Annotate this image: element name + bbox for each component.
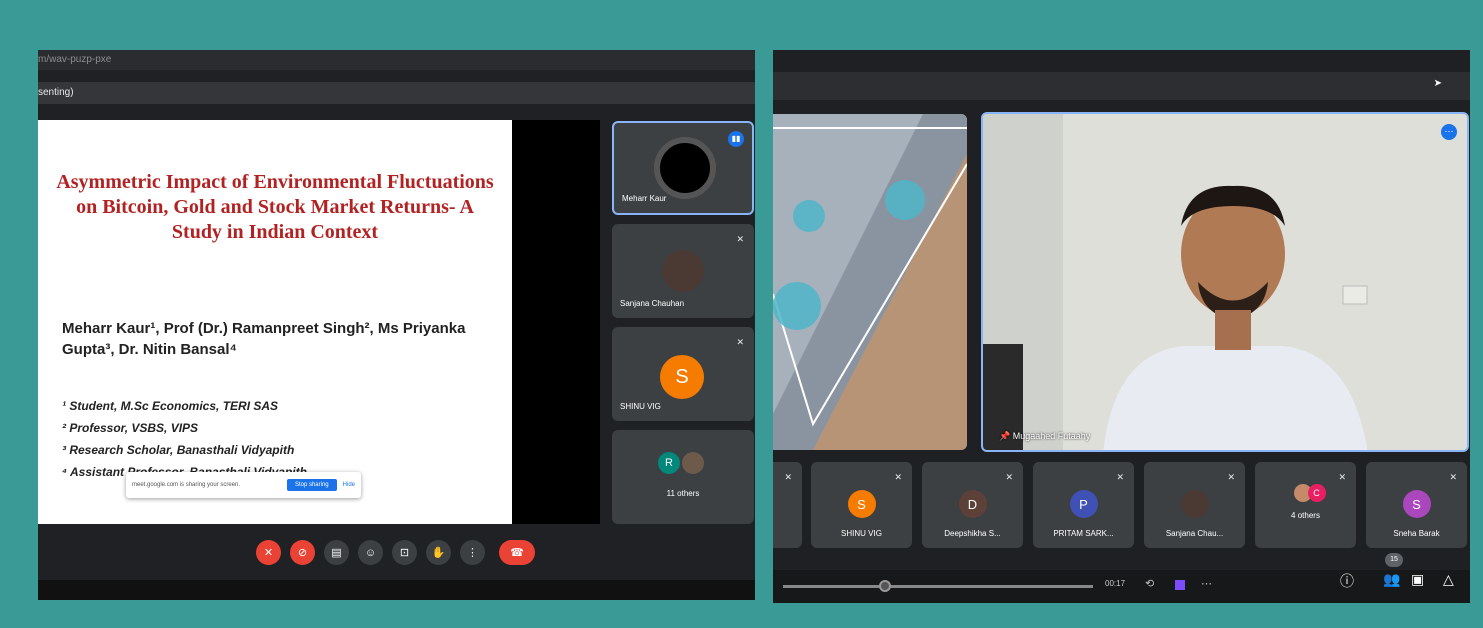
- timeline-scrubber[interactable]: [879, 580, 892, 592]
- meeting-controls: ✕ ⊘ ▤ ☺ ⊡ ✋ ⋮ ☎: [38, 530, 755, 580]
- info-icon[interactable]: ⓘ: [1340, 571, 1354, 591]
- avatar: S: [1402, 490, 1431, 518]
- participant-tile[interactable]: ✕ Sanjana Chauhan: [612, 224, 754, 318]
- avatar: D: [958, 490, 987, 518]
- cursor-icon: ➤: [1433, 78, 1442, 89]
- mic-off-icon: ✕: [894, 472, 902, 482]
- chat-icon[interactable]: ▣: [1411, 571, 1424, 588]
- screen-share-notice: meet.google.com is sharing your screen. …: [126, 472, 361, 498]
- timestamp: 00:17: [1105, 579, 1126, 588]
- mic-off-icon: ✕: [1116, 472, 1124, 482]
- more-options-button[interactable]: ⋮: [460, 540, 485, 565]
- others-tile[interactable]: ✕ C 4 others: [1255, 462, 1356, 548]
- avatar: R: [658, 452, 680, 474]
- globe-icon: [793, 200, 825, 232]
- present-button[interactable]: ⊡: [392, 540, 417, 565]
- participant-tile[interactable]: ▮▮ Meharr Kaur: [612, 121, 754, 215]
- participant-tile[interactable]: ✕ D Deepshikha S...: [922, 462, 1023, 548]
- participant-name: SHINU VIG: [620, 402, 661, 411]
- others-count: 4 others: [1291, 511, 1320, 520]
- background-graphic: [773, 114, 967, 450]
- avatar: C: [1307, 484, 1326, 502]
- participant-tile[interactable]: ✕ Sanjana Chau...: [1144, 462, 1245, 548]
- captions-button[interactable]: ▤: [324, 540, 349, 565]
- presenting-bar: senting): [38, 82, 755, 104]
- avatar: [1180, 490, 1209, 518]
- affiliation-3: ³ Research Scholar, Banasthali Vidyapith: [62, 443, 295, 457]
- presenting-label: senting): [38, 87, 74, 98]
- avatar: [662, 250, 704, 292]
- mic-off-button[interactable]: ✕: [256, 540, 281, 565]
- mic-off-icon: ✕: [736, 337, 744, 347]
- slide-affiliations: ¹ Student, M.Sc Economics, TERI SAS ² Pr…: [62, 395, 502, 483]
- avatar: S: [660, 355, 704, 399]
- speaking-icon: ▮▮: [728, 131, 744, 147]
- browser-url-bar[interactable]: m/wav-puzp-pxe: [38, 50, 755, 70]
- mic-off-icon: ✕: [736, 234, 744, 244]
- emoji-button[interactable]: ☺: [358, 540, 383, 565]
- app-icon[interactable]: [1175, 580, 1185, 590]
- mic-off-icon: ✕: [1005, 472, 1013, 482]
- recording-timeline: 00:17 ⟲ ⋯: [773, 570, 1470, 603]
- speaker-name: Mugaahed Futaahy: [1012, 431, 1091, 441]
- people-icon[interactable]: 👥: [1383, 571, 1400, 588]
- more-icon[interactable]: ⋯: [1201, 577, 1212, 590]
- slide-authors: Meharr Kaur¹, Prof (Dr.) Ramanpreet Sing…: [62, 320, 466, 358]
- screen-share-area: Asymmetric Impact of Environmental Fluct…: [38, 120, 600, 524]
- mic-off-icon: ✕: [1338, 472, 1346, 482]
- participant-name: Sanjana Chauhan: [620, 299, 685, 308]
- virtual-background-tile[interactable]: [773, 114, 967, 450]
- activities-icon[interactable]: △: [1443, 571, 1454, 588]
- participant-name: Sneha Barak: [1393, 529, 1440, 538]
- participant-name: SHINU VIG: [841, 529, 882, 538]
- camera-off-button[interactable]: ⊘: [290, 540, 315, 565]
- avatar: P: [1069, 490, 1098, 518]
- others-count: 11 others: [666, 489, 700, 498]
- slide-title: Asymmetric Impact of Environmental Fluct…: [56, 171, 494, 243]
- right-meeting-screenshot: ➤ ⋯ 📌 Mugaahed Futaahy ✕ ✕ S SHINU VIG ✕…: [773, 50, 1470, 603]
- affiliation-2: ² Professor, VSBS, VIPS: [62, 421, 199, 435]
- hide-notice-link[interactable]: Hide: [343, 482, 355, 488]
- clock-icon: [885, 180, 925, 220]
- bottom-strip: [38, 580, 755, 600]
- participant-name: PRITAM SARK...: [1053, 529, 1114, 538]
- loop-icon[interactable]: ⟲: [1145, 577, 1154, 590]
- others-tile[interactable]: R 11 others: [612, 430, 754, 524]
- avatar: S: [847, 490, 876, 518]
- share-notice-text: meet.google.com is sharing your screen.: [132, 482, 241, 488]
- mic-off-icon: ✕: [784, 472, 792, 482]
- end-call-button[interactable]: ☎: [499, 540, 535, 565]
- avatar: [654, 137, 716, 199]
- participant-name: Meharr Kaur: [622, 194, 667, 203]
- top-bar: ➤: [773, 72, 1470, 100]
- url-text: m/wav-puzp-pxe: [38, 54, 112, 65]
- participant-name: Sanjana Chau...: [1165, 529, 1224, 538]
- participant-name: Deepshikha S...: [944, 529, 1001, 538]
- main-speaker-tile[interactable]: ⋯ 📌 Mugaahed Futaahy: [981, 112, 1469, 452]
- participant-tile[interactable]: ✕ S Sneha Barak: [1366, 462, 1467, 548]
- left-meeting-screenshot: m/wav-puzp-pxe senting) Asymmetric Impac…: [38, 50, 755, 600]
- participant-tile[interactable]: S ✕ SHINU VIG: [612, 327, 754, 421]
- mic-off-icon: ✕: [1449, 472, 1457, 482]
- presentation-slide: Asymmetric Impact of Environmental Fluct…: [38, 120, 512, 524]
- mic-off-icon: ✕: [1227, 472, 1235, 482]
- affiliation-1: ¹ Student, M.Sc Economics, TERI SAS: [62, 399, 279, 413]
- stop-sharing-button[interactable]: Stop sharing: [286, 479, 337, 491]
- participant-tile[interactable]: ✕: [773, 462, 802, 548]
- participant-tile[interactable]: ✕ S SHINU VIG: [811, 462, 912, 548]
- document-icon: [773, 282, 821, 330]
- raise-hand-button[interactable]: ✋: [426, 540, 451, 565]
- timeline-track[interactable]: [783, 585, 1093, 588]
- speaker-video: [983, 114, 1467, 450]
- pin-icon: 📌 Mugaahed Futaahy: [999, 431, 1091, 441]
- avatar: [682, 452, 704, 474]
- participant-count-badge: 15: [1385, 553, 1403, 567]
- participant-tile[interactable]: ✕ P PRITAM SARK...: [1033, 462, 1134, 548]
- more-options-icon[interactable]: ⋯: [1441, 124, 1457, 140]
